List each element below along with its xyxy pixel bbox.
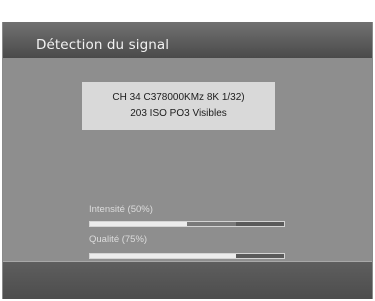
signal-detection-screen: Détection du signal CH 34 C378000KMz 8K … (2, 22, 373, 299)
programs-info-line: 203 ISO PO3 Visibles (130, 108, 227, 119)
channel-info-box: CH 34 C378000KMz 8K 1/32) 203 ISO PO3 Vi… (82, 82, 275, 130)
intensity-bar-fill (90, 222, 187, 226)
signal-panel: CH 34 C378000KMz 8K 1/32) 203 ISO PO3 Vi… (3, 58, 372, 262)
footer-bar (3, 262, 372, 299)
bar-segment (235, 254, 284, 258)
bar-segment (187, 222, 236, 226)
quality-bar-fill (90, 254, 236, 258)
intensity-label: Intensité (50%) (89, 204, 153, 215)
channel-info-line: CH 34 C378000KMz 8K 1/32) (112, 92, 245, 103)
intensity-bar (89, 221, 285, 227)
quality-bar (89, 253, 285, 259)
quality-label: Qualité (75%) (89, 234, 148, 245)
header-bar: Détection du signal (3, 22, 372, 59)
bar-segment (235, 222, 284, 226)
page-title: Détection du signal (36, 37, 170, 53)
